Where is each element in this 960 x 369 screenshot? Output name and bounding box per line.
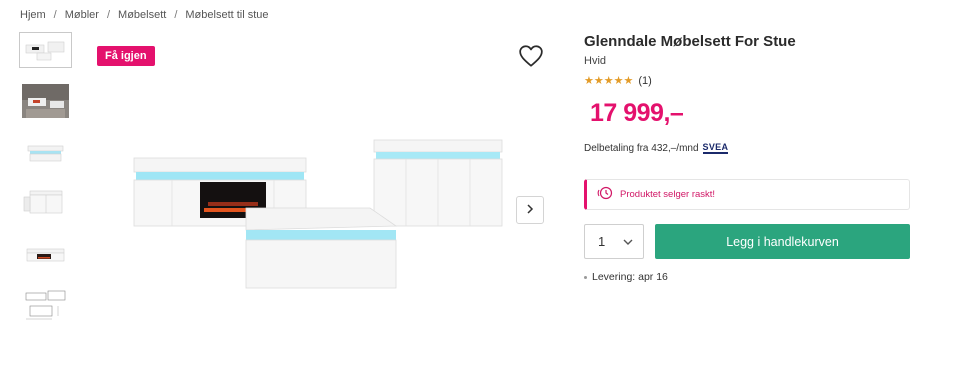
product-thumbnail-coffee-table[interactable] [19, 134, 72, 170]
breadcrumb-item-furniture[interactable]: Møbler [65, 9, 99, 21]
chevron-right-icon [525, 201, 535, 219]
low-stock-badge: Få igjen [97, 46, 155, 66]
product-thumbnail-tv-bench[interactable] [19, 236, 72, 272]
breadcrumb-separator: / [53, 9, 57, 21]
svea-logo: SVEA [702, 142, 729, 154]
product-rating[interactable]: ★★★★★ (1) [584, 74, 652, 88]
chevron-down-icon [623, 234, 633, 249]
delivery-text: Levering: apr 16 [592, 271, 668, 283]
product-thumbnail-front[interactable] [19, 32, 72, 68]
next-image-button[interactable] [516, 196, 544, 224]
selling-fast-alert: Produktet selger raskt! [584, 179, 910, 210]
product-thumbnail-room[interactable] [19, 83, 72, 119]
add-to-cart-button[interactable]: Legg i handlekurven [655, 224, 910, 259]
product-title: Glenndale Møbelsett For Stue [584, 33, 796, 50]
heart-icon[interactable] [518, 44, 544, 68]
alert-text: Produktet selger raskt! [620, 189, 716, 200]
quantity-select[interactable]: 1 [584, 224, 644, 259]
installment-text: Delbetaling fra 432,–/mnd [584, 142, 699, 154]
thumbnail-list [19, 32, 72, 338]
bullet-icon [584, 275, 587, 279]
main-product-image[interactable] [124, 90, 514, 310]
breadcrumb: Hjem / Møbler / Møbelsett / Møbelsett ti… [20, 9, 269, 21]
breadcrumb-separator: / [106, 9, 111, 21]
product-thumbnail-drawing[interactable] [19, 287, 72, 323]
quantity-value: 1 [598, 234, 606, 249]
breadcrumb-item-home[interactable]: Hjem [20, 9, 46, 21]
breadcrumb-item-furniture-sets[interactable]: Møbelsett [118, 9, 166, 21]
product-thumbnail-sideboard-open[interactable] [19, 185, 72, 221]
star-rating-icon: ★★★★★ [584, 75, 634, 87]
clock-icon [597, 186, 613, 203]
delivery-info: Levering: apr 16 [584, 271, 668, 283]
product-price: 17 999,– [590, 99, 684, 127]
product-variant: Hvid [584, 55, 607, 67]
rating-count: (1) [638, 74, 652, 87]
breadcrumb-item-living-room-sets[interactable]: Møbelsett til stue [185, 9, 268, 21]
breadcrumb-separator: / [174, 9, 178, 21]
installment-info: Delbetaling fra 432,–/mnd SVEA [584, 142, 729, 154]
